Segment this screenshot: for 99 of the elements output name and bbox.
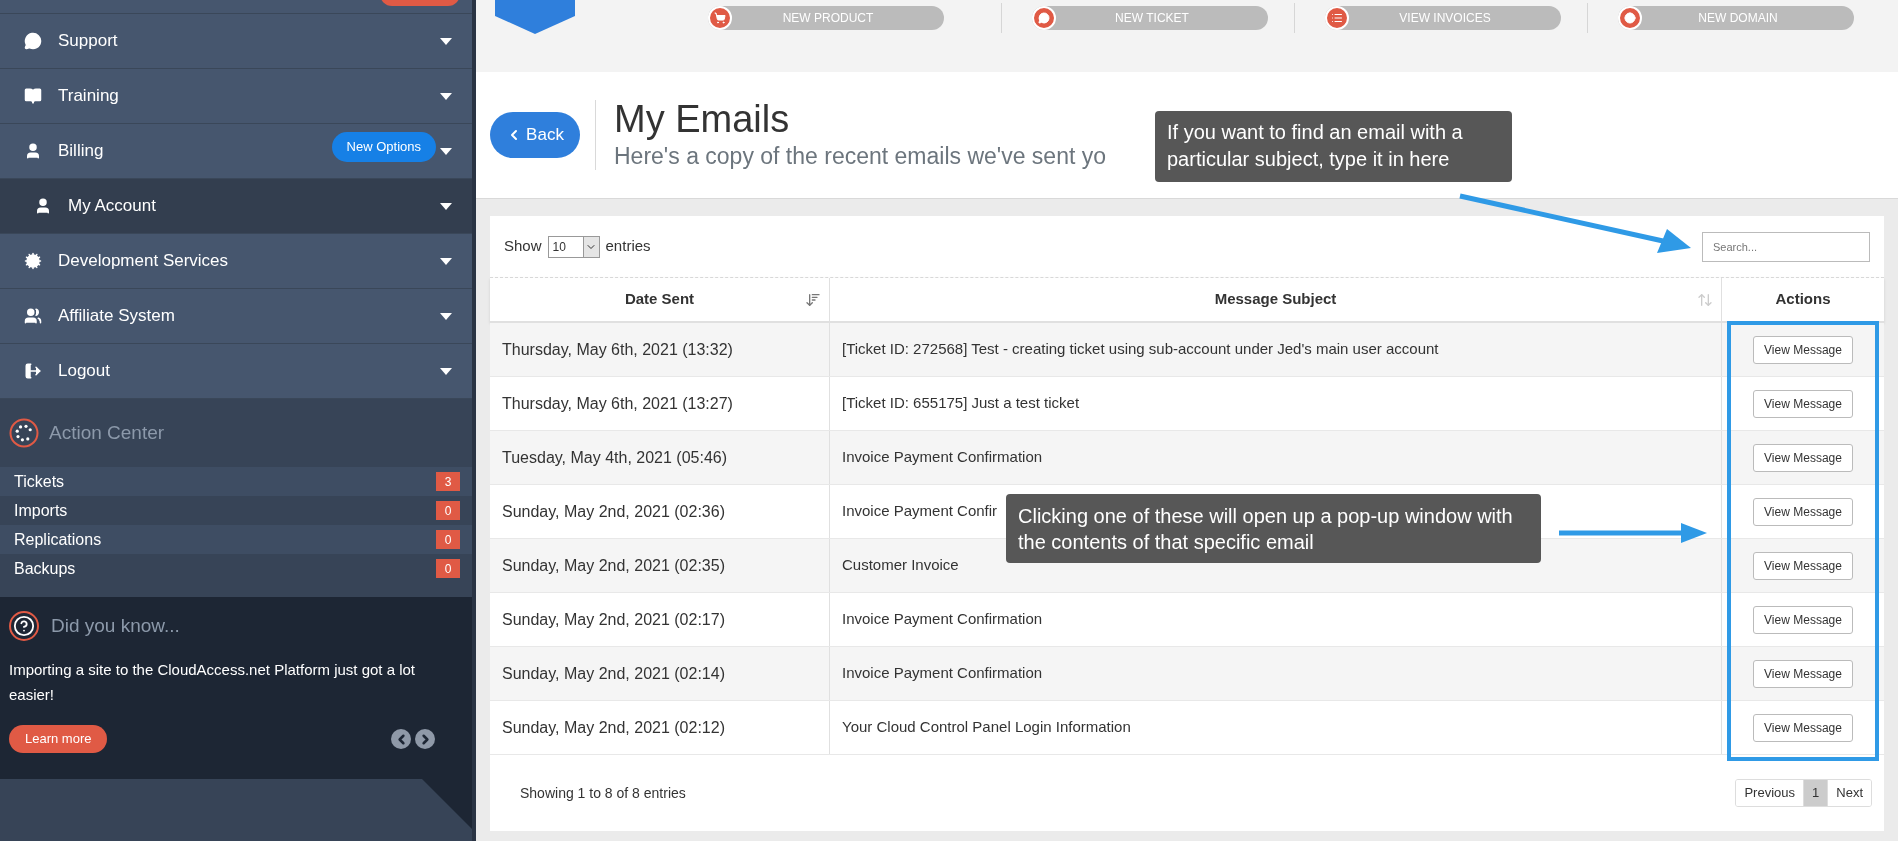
spinner-icon xyxy=(9,418,39,448)
view-message-button[interactable]: View Message xyxy=(1753,605,1853,634)
table-cell: Tuesday, May 4th, 2021 (05:46) xyxy=(490,431,830,484)
table-cell-text: [Ticket ID: 655175] Just a test ticket xyxy=(842,393,1080,414)
next-icon[interactable] xyxy=(415,729,435,749)
quick-link-icon xyxy=(1325,6,1349,30)
quick-link-label: NEW DOMAIN xyxy=(1697,10,1779,27)
caret-icon xyxy=(440,37,452,45)
menu-icon xyxy=(24,252,42,270)
item-label: Imports xyxy=(14,500,69,521)
did-you-know-title: Did you know... xyxy=(51,613,180,638)
menu-label: Training xyxy=(58,85,120,108)
table-cell: Sunday, May 2nd, 2021 (02:35) xyxy=(490,539,830,592)
table-cell: Thursday, May 6th, 2021 (13:32) xyxy=(490,323,830,376)
quick-link-icon xyxy=(1618,6,1642,30)
caret-icon xyxy=(440,312,452,320)
annotation: If you want to find an email with a particular subject, type it in here xyxy=(1155,111,1512,182)
table-cell: Sunday, May 2nd, 2021 (02:12) xyxy=(490,701,830,754)
caret-icon xyxy=(440,367,452,375)
item-label: Tickets xyxy=(14,471,66,492)
sidebar-item[interactable] xyxy=(0,0,472,14)
logo-icon xyxy=(495,0,575,34)
count-badge: 0 xyxy=(436,501,460,520)
table-cell: Sunday, May 2nd, 2021 (02:14) xyxy=(490,647,830,700)
view-message-button[interactable]: View Message xyxy=(1753,713,1853,742)
entries-label: entries xyxy=(605,236,651,257)
caret-icon xyxy=(440,202,452,210)
sidebar-item[interactable]: Logout xyxy=(0,344,472,399)
menu-label: Logout xyxy=(58,360,111,383)
menu-icon xyxy=(24,142,42,160)
show-label: Show xyxy=(504,236,542,257)
view-message-button[interactable]: View Message xyxy=(1753,443,1853,472)
table-cell-text: Invoice Payment Confirmation xyxy=(842,447,1043,468)
table-cell-text: Invoice Payment Confir xyxy=(842,501,998,522)
dropdown-icon xyxy=(582,236,599,257)
sidebar-item[interactable]: My Account xyxy=(0,179,472,234)
sort-icon xyxy=(805,291,821,308)
entries-info: Showing 1 to 8 of 8 entries xyxy=(520,783,686,803)
menu-icon xyxy=(24,307,42,325)
menu-icon xyxy=(34,197,52,215)
pagination-button[interactable]: Next xyxy=(1827,780,1871,806)
quick-link-icon xyxy=(1032,6,1056,30)
quick-link-icon xyxy=(708,6,732,30)
item-label: Backups xyxy=(14,558,77,579)
caret-icon xyxy=(440,257,452,265)
quick-link-label: NEW TICKET xyxy=(1114,10,1190,27)
annotation: Clicking one of these will open up a pop-up window with the contents of that specific email xyxy=(1006,494,1541,563)
back-button[interactable]: Back xyxy=(490,112,580,158)
action-center-item[interactable]: Replications 0 xyxy=(0,525,472,554)
sidebar-item[interactable]: Development Services xyxy=(0,234,472,289)
page-size-select[interactable]: 10 xyxy=(547,235,600,258)
table-cell-text: Invoice Payment Confirmation xyxy=(842,663,1043,684)
view-message-button[interactable]: View Message xyxy=(1753,335,1853,364)
search-field[interactable]: Search... xyxy=(1702,231,1870,262)
view-message-button[interactable]: View Message xyxy=(1753,659,1853,688)
quick-link-label: NEW PRODUCT xyxy=(781,10,875,27)
menu-icon xyxy=(24,32,42,50)
table-cell-text: Invoice Payment Confirmation xyxy=(842,609,1043,630)
column-header[interactable]: Actions xyxy=(1722,278,1884,321)
view-message-button[interactable]: View Message xyxy=(1753,497,1853,526)
count-badge: 0 xyxy=(436,530,460,549)
learn-more-button[interactable]: Learn more xyxy=(9,725,108,753)
table-cell: Sunday, May 2nd, 2021 (02:36) xyxy=(490,485,830,538)
item-label: Replications xyxy=(14,529,103,550)
sidebar-item[interactable]: Billing New Options xyxy=(0,124,472,179)
menu-icon xyxy=(24,362,42,380)
previous-icon[interactable] xyxy=(391,729,411,749)
action-center-item[interactable]: Tickets 3 xyxy=(0,467,472,496)
count-badge: 0 xyxy=(436,559,460,578)
quick-link-label: VIEW INVOICES xyxy=(1398,10,1492,27)
menu-label: Affiliate System xyxy=(58,305,176,328)
table-cell-text: Customer Invoice xyxy=(842,555,959,576)
menu-label: Support xyxy=(58,30,119,53)
page-subtitle: Here's a copy of the recent emails we've sent yo xyxy=(614,142,1107,171)
column-header[interactable]: Date Sent xyxy=(490,278,830,321)
caret-icon xyxy=(440,147,452,155)
table-cell: Thursday, May 6th, 2021 (13:27) xyxy=(490,377,830,430)
action-center-title: Action Center xyxy=(49,420,165,445)
page-title: My Emails xyxy=(614,98,790,140)
menu-label: Billing xyxy=(58,140,105,163)
pagination-button[interactable]: 1 xyxy=(1803,780,1828,806)
tip-text: Importing a site to the CloudAccess.net Platform just got a lot easier! xyxy=(9,660,417,705)
sidebar-item[interactable]: Support xyxy=(0,14,472,69)
sort-icon xyxy=(1697,291,1713,308)
table-cell-text: Your Cloud Control Panel Login Information xyxy=(842,717,1131,738)
sidebar-item[interactable]: Training xyxy=(0,69,472,124)
table-cell-text: [Ticket ID: 272568] Test - creating ticket using sub-account under Jed's main user account xyxy=(842,339,1439,360)
menu-label: My Account xyxy=(68,195,157,218)
table-cell: Sunday, May 2nd, 2021 (02:17) xyxy=(490,593,830,646)
menu-label: Development Services xyxy=(58,250,230,273)
column-header[interactable]: Message Subject xyxy=(830,278,1722,321)
menu-icon xyxy=(24,87,42,105)
help-icon xyxy=(9,611,39,641)
sidebar-item[interactable]: Affiliate System xyxy=(0,289,472,344)
view-message-button[interactable]: View Message xyxy=(1753,551,1853,580)
count-badge: 3 xyxy=(436,472,460,491)
new-options-badge: New Options xyxy=(331,132,436,162)
view-message-button[interactable]: View Message xyxy=(1753,389,1853,418)
caret-icon xyxy=(440,92,452,100)
